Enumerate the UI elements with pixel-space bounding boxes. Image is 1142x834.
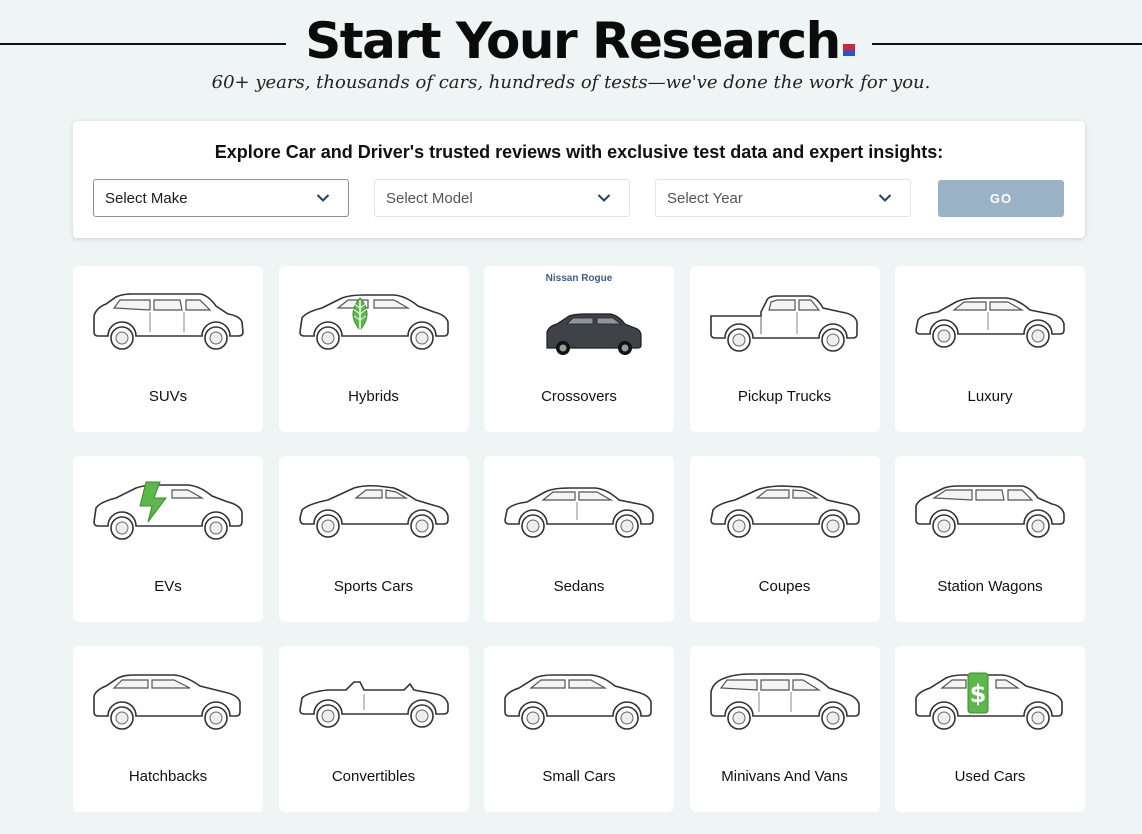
search-panel: Explore Car and Driver's trusted reviews… [73, 121, 1085, 238]
suv-icon [93, 293, 244, 350]
category-card-pickup-trucks[interactable]: Pickup Trucks [689, 266, 880, 432]
ev-lightning-car-icon [93, 481, 243, 540]
category-label: Sedans [553, 578, 605, 595]
go-button[interactable]: GO [938, 180, 1064, 217]
select-model-label: Select Model [386, 190, 473, 207]
small-car-icon [504, 674, 652, 730]
category-card-sports-cars[interactable]: Sports Cars [278, 456, 469, 622]
hero-header: Start Your Research 60+ years, thousands… [0, 0, 1142, 110]
category-card-station-wagons[interactable]: Station Wagons [895, 456, 1085, 622]
select-year-label: Select Year [667, 190, 743, 207]
chevron-down-icon [597, 194, 611, 202]
category-grid: SUVs Hybrids Nissan Rogue Crossovers Pic… [73, 266, 1085, 813]
category-label: EVs [154, 578, 182, 595]
category-card-small-cars[interactable]: Small Cars [484, 646, 674, 812]
category-card-sedans[interactable]: Sedans [484, 456, 674, 622]
select-make-label: Select Make [105, 190, 188, 207]
chevron-down-icon [878, 194, 892, 202]
pickup-truck-icon [709, 295, 858, 352]
research-page: Start Your Research 60+ years, thousands… [0, 0, 1142, 834]
flag-square-icon [842, 44, 855, 56]
convertible-icon [298, 681, 449, 728]
category-card-suvs[interactable]: SUVs [73, 266, 263, 432]
category-card-hybrids[interactable]: Hybrids [278, 266, 469, 432]
coupe-icon [709, 485, 860, 538]
sedan-icon [504, 487, 654, 538]
crossover-photo [546, 313, 642, 355]
category-card-used-cars[interactable]: $ Used Cars [895, 646, 1085, 812]
category-card-convertibles[interactable]: Convertibles [278, 646, 469, 812]
station-wagon-icon [915, 485, 1065, 538]
title-wrap: Start Your Research [300, 6, 860, 76]
category-label: SUVs [148, 388, 188, 405]
category-label: Hatchbacks [128, 768, 208, 785]
category-label: Minivans And Vans [721, 768, 848, 785]
minivan-icon [709, 673, 860, 730]
category-card-coupes[interactable]: Coupes [689, 456, 880, 622]
svg-text:$: $ [970, 680, 987, 708]
featured-model-tag: Nissan Rogue [545, 273, 613, 284]
category-label: Luxury [967, 388, 1013, 405]
page-subtitle: 60+ years, thousands of cars, hundreds o… [211, 72, 931, 93]
category-card-hatchbacks[interactable]: Hatchbacks [73, 646, 263, 812]
hybrid-leaf-car-icon [298, 294, 449, 350]
category-label: Coupes [758, 578, 811, 595]
chevron-down-icon [316, 194, 330, 202]
category-label: Crossovers [541, 388, 617, 405]
luxury-sedan-icon [915, 297, 1065, 348]
category-label: Small Cars [542, 768, 616, 785]
select-make-dropdown[interactable]: Select Make [93, 179, 349, 217]
category-card-minivans-and-vans[interactable]: Minivans And Vans [689, 646, 880, 812]
category-label: Station Wagons [937, 578, 1043, 595]
select-model-dropdown[interactable]: Select Model [374, 179, 630, 217]
page-title: Start Your Research [305, 12, 841, 70]
used-car-dollar-icon: $ [915, 672, 1063, 730]
search-heading: Explore Car and Driver's trusted reviews… [214, 142, 944, 162]
category-card-luxury[interactable]: Luxury [895, 266, 1085, 432]
sports-car-icon [298, 484, 449, 538]
select-year-dropdown[interactable]: Select Year [655, 179, 911, 217]
category-label: Pickup Trucks [737, 388, 832, 405]
hatchback-icon [93, 674, 241, 730]
title-rule-left [0, 43, 286, 45]
category-card-crossovers[interactable]: Nissan Rogue Crossovers [484, 266, 674, 432]
category-label: Used Cars [954, 768, 1026, 785]
title-rule-right [872, 43, 1142, 45]
category-label: Hybrids [348, 388, 399, 405]
category-card-evs[interactable]: EVs [73, 456, 263, 622]
category-label: Convertibles [331, 768, 416, 785]
category-label: Sports Cars [333, 578, 414, 595]
